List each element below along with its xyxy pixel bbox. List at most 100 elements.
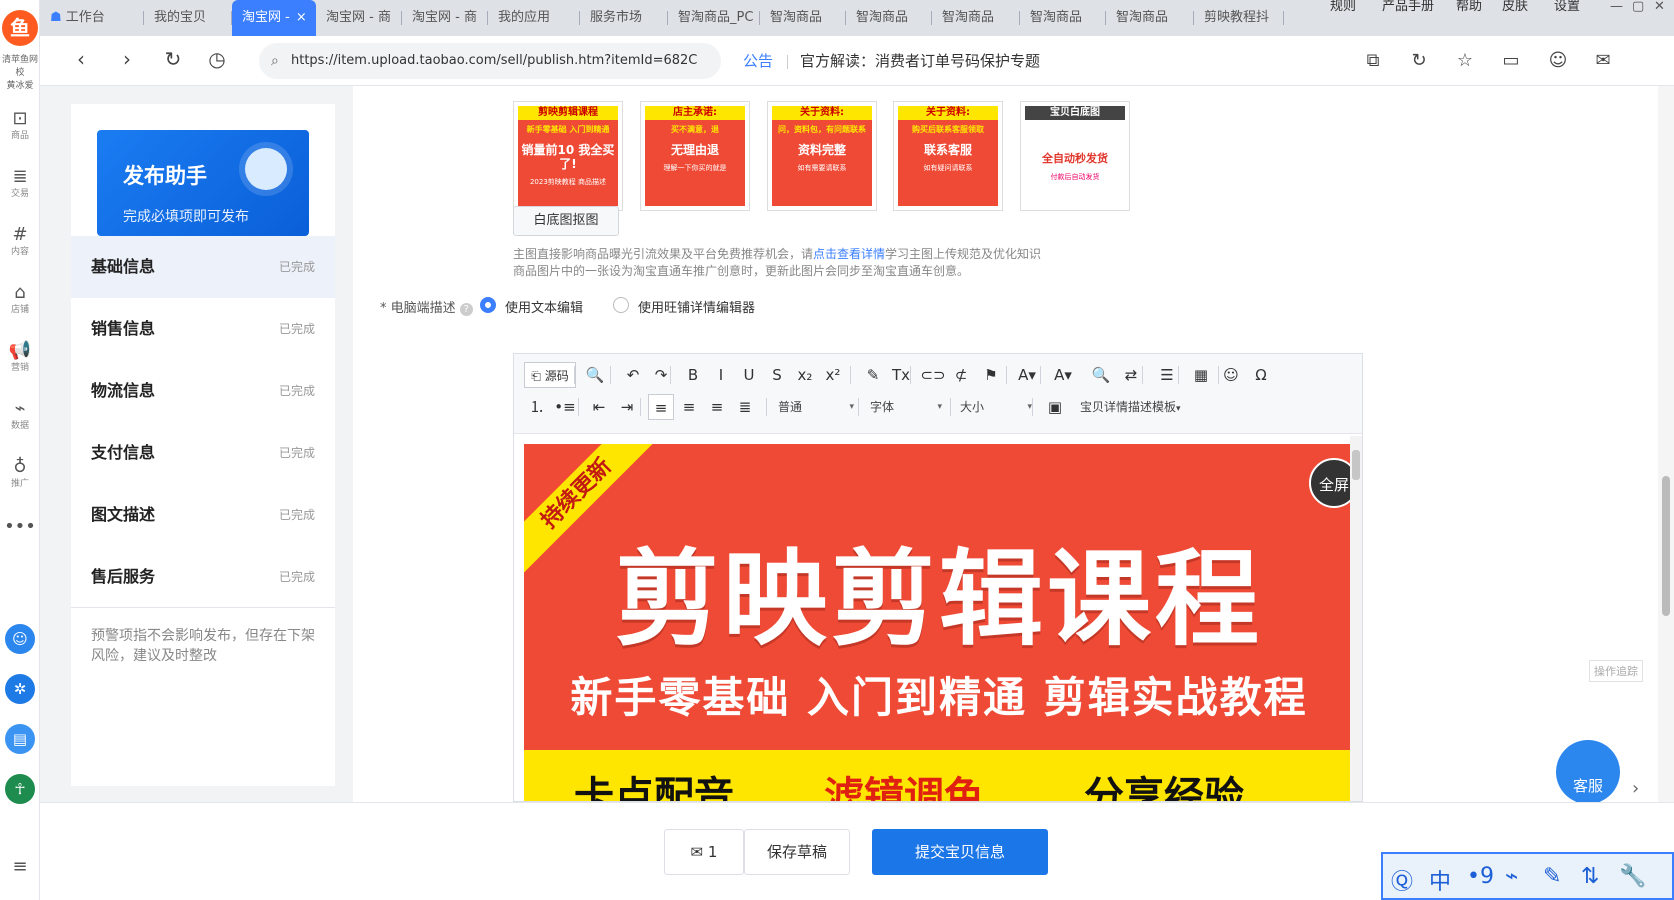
menu-icon[interactable]: ≡: [0, 856, 40, 878]
tab-3[interactable]: 淘宝网 - ×: [232, 0, 316, 36]
tab-13[interactable]: 智淘商品: [1106, 0, 1194, 36]
underline-button[interactable]: U: [736, 362, 762, 388]
ime-item-1[interactable]: Ⓠ: [1391, 864, 1413, 896]
step-6[interactable]: 售后服务 已完成: [71, 546, 335, 608]
main-image-2[interactable]: 店主承诺: 买不满意，退 无理由退 理解一下你买的就是: [640, 101, 750, 211]
step-3[interactable]: 物流信息 已完成: [71, 360, 335, 422]
back-icon[interactable]: ‹: [66, 44, 96, 74]
tab-7[interactable]: 服务市场: [580, 0, 668, 36]
collapse-arrow-icon[interactable]: ›: [1632, 778, 1639, 799]
align-right-button[interactable]: ≡: [704, 394, 730, 420]
outdent-button[interactable]: ⇤: [586, 394, 612, 420]
tab-5[interactable]: 淘宝网 - 商: [402, 0, 488, 36]
star-icon[interactable]: ☆: [1452, 48, 1478, 74]
tab-9[interactable]: 智淘商品: [760, 0, 846, 36]
main-image-3[interactable]: 关于资料: 问，资料包，有问题联系 资料完整 如有需要请联系: [767, 101, 877, 211]
window-control-1[interactable]: —: [1610, 0, 1623, 14]
size-select[interactable]: 大小 ▾: [960, 394, 1032, 420]
radio-text-editor[interactable]: [480, 297, 496, 313]
tab-10[interactable]: 智淘商品: [846, 0, 932, 36]
submit-button[interactable]: 提交宝贝信息: [872, 829, 1048, 875]
source-button[interactable]: ⎗ 源码: [524, 362, 576, 388]
mail-count-button[interactable]: ✉ 1: [664, 829, 744, 875]
preview-button[interactable]: 🔍: [582, 362, 608, 388]
tab-6[interactable]: 我的应用: [488, 0, 580, 36]
extension-icon[interactable]: ⧉: [1360, 48, 1386, 74]
indent-button[interactable]: ⇥: [614, 394, 640, 420]
italic-button[interactable]: I: [708, 362, 734, 388]
step-4[interactable]: 支付信息 已完成: [71, 422, 335, 484]
emoji-button[interactable]: ☺: [1218, 362, 1244, 388]
publish-helper-card[interactable]: 发布助手 完成必填项即可发布: [97, 130, 309, 236]
superscript-button[interactable]: x²: [820, 362, 846, 388]
tab-11[interactable]: 智淘商品: [932, 0, 1020, 36]
tab-14[interactable]: 剪映教程抖: [1194, 0, 1284, 36]
goods-icon[interactable]: ⊡ 商品: [0, 108, 40, 142]
main-image-5[interactable]: 宝贝白底图 全自动秒发货 付款后自动发货: [1020, 101, 1130, 211]
ime-item-2[interactable]: 中: [1429, 864, 1451, 896]
help-icon[interactable]: ?: [459, 303, 473, 316]
person-app-icon[interactable]: ☥: [5, 774, 35, 804]
save-draft-button[interactable]: 保存草稿: [744, 829, 850, 875]
window-control-2[interactable]: ▢: [1632, 0, 1644, 14]
trade-icon[interactable]: ≣ 交易: [0, 166, 40, 200]
white-bg-cutout-button[interactable]: 白底图抠图: [513, 206, 619, 236]
window-control-3[interactable]: ✕: [1654, 0, 1665, 14]
bold-button[interactable]: B: [680, 362, 706, 388]
top-link-4[interactable]: 皮肤: [1502, 0, 1528, 14]
tab-close-icon[interactable]: ×: [296, 10, 307, 25]
find-button[interactable]: 🔍: [1088, 362, 1114, 388]
align-left-button[interactable]: ≡: [648, 394, 674, 420]
browser-app-icon[interactable]: ✲: [5, 674, 35, 704]
undo-button[interactable]: ↶: [620, 362, 646, 388]
align-center-button[interactable]: ≡: [676, 394, 702, 420]
reload-icon[interactable]: ↻: [158, 44, 188, 74]
radio-wangpu-editor[interactable]: [613, 297, 629, 313]
marketing-icon[interactable]: 📢 营销: [0, 340, 40, 374]
subscript-button[interactable]: x₂: [792, 362, 818, 388]
file-icon[interactable]: ▭: [1498, 48, 1524, 74]
top-link-1[interactable]: 规则: [1330, 0, 1356, 14]
ime-item-3[interactable]: •9: [1467, 864, 1494, 889]
content-icon[interactable]: # 内容: [0, 224, 40, 258]
data-icon[interactable]: ⌁ 数据: [0, 398, 40, 432]
ime-item-5[interactable]: ✎: [1543, 864, 1561, 889]
bullet-list-button[interactable]: •≡: [552, 394, 578, 420]
unlink-button[interactable]: ⊄: [948, 362, 974, 388]
ime-item-6[interactable]: ⇅: [1581, 864, 1599, 889]
ime-item-4[interactable]: ⌁: [1505, 864, 1518, 889]
announcement[interactable]: 公告 官方解读：消费者订单号码保护专题: [743, 50, 1040, 71]
replace-button[interactable]: ⇄: [1118, 362, 1144, 388]
tab-2[interactable]: 我的宝贝: [144, 0, 232, 36]
step-5[interactable]: 图文描述 已完成: [71, 484, 335, 546]
step-2[interactable]: 销售信息 已完成: [71, 298, 335, 360]
tab-1[interactable]: ☗ 工作台: [40, 0, 144, 36]
image-icon[interactable]: ▣: [1042, 394, 1068, 420]
step-1[interactable]: 基础信息 已完成: [71, 236, 335, 298]
top-link-5[interactable]: 设置: [1554, 0, 1580, 14]
justify-button[interactable]: ≣: [732, 394, 758, 420]
shop-logo[interactable]: 鱼: [2, 10, 38, 46]
pagebreak-button[interactable]: ☰: [1154, 362, 1180, 388]
store-icon[interactable]: ⌂ 店铺: [0, 282, 40, 316]
main-image-1[interactable]: 剪映剪辑课程 新手零基础 入门到精通 销量前10 我全买了! 2023剪映教程 商品描…: [513, 101, 623, 211]
strike-button[interactable]: S: [764, 362, 790, 388]
table-button[interactable]: ▦: [1188, 362, 1214, 388]
main-image-4[interactable]: 关于资料: 购买后联系客服领取 联系客服 如有疑问请联系: [893, 101, 1003, 211]
format-paint-button[interactable]: ✎: [860, 362, 886, 388]
message-icon[interactable]: ✉: [1590, 48, 1616, 74]
customer-service-button[interactable]: 客服: [1556, 740, 1620, 804]
history-icon[interactable]: ◷: [202, 44, 232, 74]
more-icon[interactable]: •••: [0, 516, 40, 538]
format-select[interactable]: 普通 ▾: [778, 394, 854, 420]
forward-icon[interactable]: ›: [112, 44, 142, 74]
chat-app-icon[interactable]: ☺: [5, 624, 35, 654]
tab-8[interactable]: 智淘商品_PC: [668, 0, 760, 36]
font-color-button[interactable]: A▾: [1014, 362, 1040, 388]
special-char-button[interactable]: Ω: [1248, 362, 1274, 388]
tab-4[interactable]: 淘宝网 - 商: [316, 0, 402, 36]
page-scrollbar[interactable]: [1658, 86, 1674, 802]
refresh-icon[interactable]: ↻: [1406, 48, 1432, 74]
promote-icon[interactable]: ♁ 推广: [0, 456, 40, 490]
link-button[interactable]: ⊂⊃: [920, 362, 946, 388]
